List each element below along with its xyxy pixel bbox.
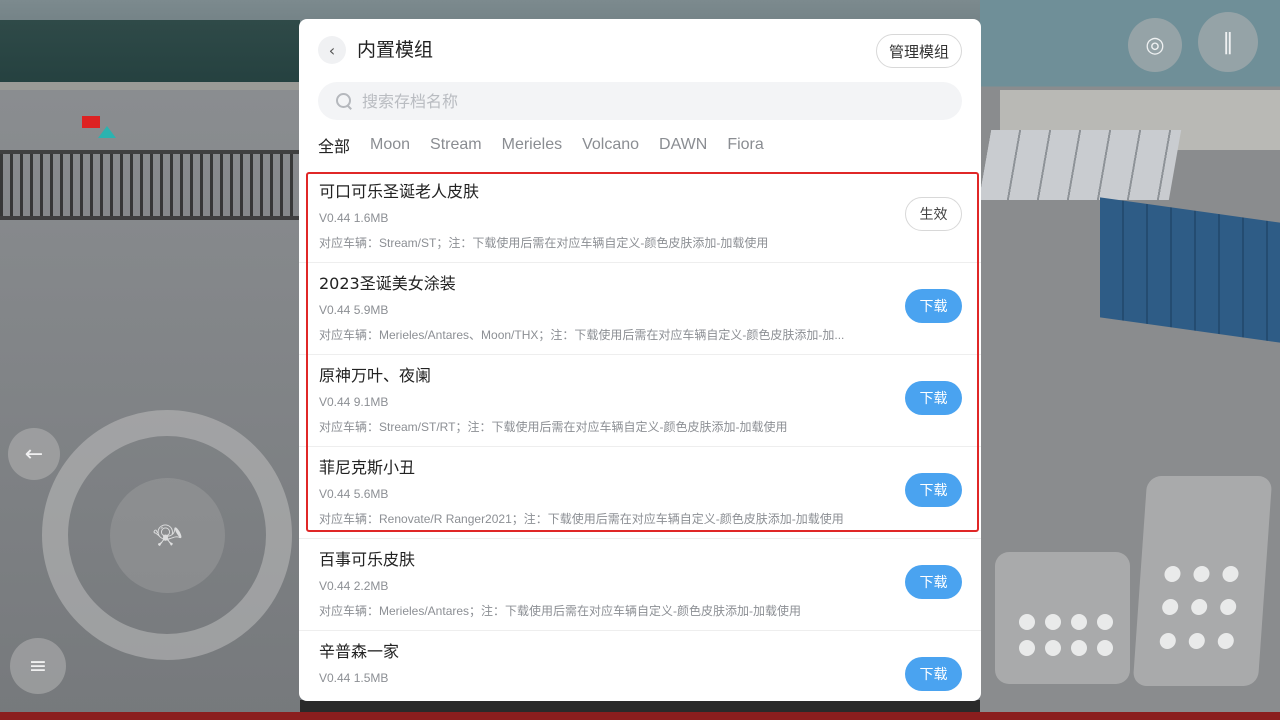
mod-name: 原神万叶、夜阑: [319, 366, 432, 385]
download-button[interactable]: 下载: [905, 565, 962, 599]
search-input[interactable]: [362, 91, 922, 111]
tab-fiora[interactable]: Fiora: [727, 136, 763, 154]
category-tabs: 全部 Moon Stream Merieles Volcano DAWN Fio…: [318, 131, 784, 159]
mod-name: 可口可乐圣诞老人皮肤: [319, 182, 480, 201]
gas-pedal-icon[interactable]: [1132, 476, 1273, 686]
tab-all[interactable]: 全部: [318, 133, 350, 157]
tab-dawn[interactable]: DAWN: [659, 136, 707, 154]
mod-description: 对应车辆：Renovate/R Ranger2021；注：下载使用后需在对应车辆…: [319, 512, 844, 526]
mod-name: 2023圣诞美女涂装: [319, 274, 456, 293]
mod-meta: V0.44 5.6MB: [319, 487, 389, 501]
mod-dialog: ‹ 内置模组 管理模组 全部 Moon Stream Merieles Volc…: [299, 19, 981, 701]
map-marker-icon: [98, 126, 116, 138]
tab-volcano[interactable]: Volcano: [582, 136, 639, 154]
apply-button[interactable]: 生效: [905, 197, 962, 231]
solar-panel: [1100, 197, 1280, 343]
mod-meta: V0.44 2.2MB: [319, 579, 389, 593]
fence: [0, 150, 300, 220]
camera-icon[interactable]: ◎: [1128, 18, 1182, 72]
tab-moon[interactable]: Moon: [370, 136, 410, 154]
chevron-left-icon[interactable]: ‹: [318, 36, 346, 64]
download-button[interactable]: 下载: [905, 381, 962, 415]
download-button[interactable]: 下载: [905, 289, 962, 323]
mod-description: 对应车辆：Merieles/Antares、Moon/THX；注：下载使用后需在…: [319, 328, 845, 342]
download-button[interactable]: 下载: [905, 473, 962, 507]
mod-meta: V0.44 5.9MB: [319, 303, 389, 317]
pause-icon[interactable]: ‖: [1198, 12, 1258, 72]
search-bar[interactable]: [318, 82, 962, 120]
water: [0, 20, 300, 90]
gas-pedal-grip: [1159, 566, 1242, 656]
containers: [978, 130, 1182, 200]
list-item: 可口可乐圣诞老人皮肤 V0.44 1.6MB 对应车辆：Stream/ST；注：…: [299, 171, 981, 263]
mod-description: 对应车辆：Stream/ST/RT；注：下载使用后需在对应车辆自定义-颜色皮肤添…: [319, 420, 788, 434]
list-item: 菲尼克斯小丑 V0.44 5.6MB 对应车辆：Renovate/R Range…: [299, 447, 981, 539]
dashboard-edge: [0, 712, 1280, 720]
download-button[interactable]: 下载: [905, 657, 962, 691]
list-item: 辛普森一家 V0.44 1.5MB 下载: [299, 631, 981, 701]
mod-meta: V0.44 1.5MB: [319, 671, 389, 685]
list-item: 百事可乐皮肤 V0.44 2.2MB 对应车辆：Merieles/Antares…: [299, 539, 981, 631]
horn-icon[interactable]: 📯︎: [110, 478, 225, 593]
mod-name: 辛普森一家: [319, 642, 400, 661]
headlight-icon[interactable]: ≡: [10, 638, 66, 694]
list-item: 2023圣诞美女涂装 V0.44 5.9MB 对应车辆：Merieles/Ant…: [299, 263, 981, 355]
mod-name: 菲尼克斯小丑: [319, 458, 416, 477]
mod-meta: V0.44 1.6MB: [319, 211, 389, 225]
tab-merieles[interactable]: Merieles: [502, 136, 562, 154]
search-icon: [336, 93, 352, 109]
mod-list: 可口可乐圣诞老人皮肤 V0.44 1.6MB 对应车辆：Stream/ST；注：…: [299, 171, 981, 701]
mod-description: 对应车辆：Stream/ST；注：下载使用后需在对应车辆自定义-颜色皮肤添加-加…: [319, 236, 769, 250]
brake-pedal-icon[interactable]: [995, 552, 1130, 684]
tab-stream[interactable]: Stream: [430, 136, 482, 154]
brake-pedal-grip: [1019, 614, 1113, 656]
mod-name: 百事可乐皮肤: [319, 550, 416, 569]
manage-mods-button[interactable]: 管理模组: [876, 34, 962, 68]
mod-meta: V0.44 9.1MB: [319, 395, 389, 409]
page-title: 内置模组: [357, 39, 434, 61]
mod-description: 对应车辆：Merieles/Antares；注：下载使用后需在对应车辆自定义-颜…: [319, 604, 802, 618]
arrow-left-icon[interactable]: ←: [8, 428, 60, 480]
dialog-header: ‹ 内置模组 管理模组: [299, 19, 981, 83]
list-item: 原神万叶、夜阑 V0.44 9.1MB 对应车辆：Stream/ST/RT；注：…: [299, 355, 981, 447]
